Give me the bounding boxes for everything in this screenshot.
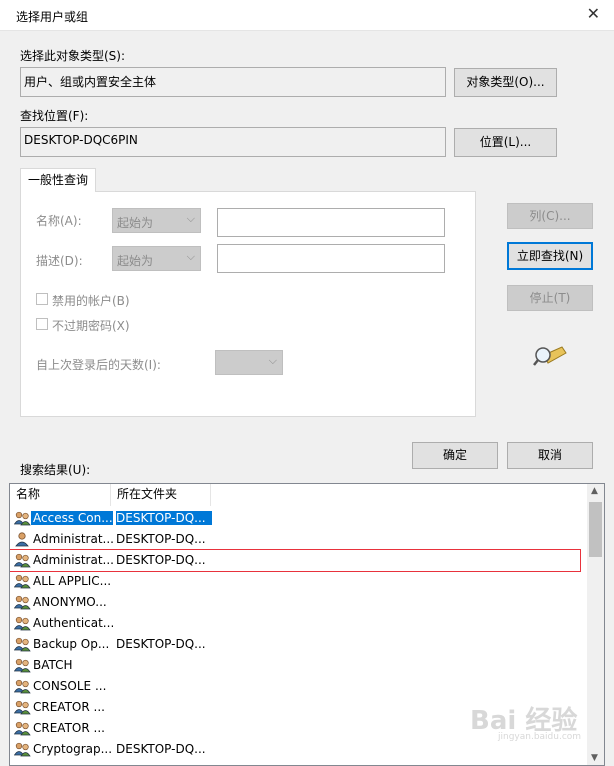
row-name: ANONYMO... <box>33 595 107 609</box>
scroll-up-icon[interactable]: ▲ <box>591 486 598 496</box>
vertical-scrollbar[interactable]: ▲ ▼ <box>587 484 604 765</box>
location-button[interactable]: 位置(L)... <box>454 128 557 157</box>
non-expiring-password-label: 不过期密码(X) <box>52 319 130 333</box>
search-flashlight-icon <box>533 346 567 366</box>
name-input[interactable] <box>217 208 445 237</box>
table-row[interactable]: ALL APPLIC... <box>10 571 580 592</box>
stop-button[interactable]: 停止(T) <box>507 285 593 311</box>
row-folder: DESKTOP-DQ... <box>116 511 212 525</box>
description-mode-value: 起始为 <box>117 254 154 268</box>
group-icon <box>13 574 31 589</box>
group-icon <box>13 721 31 736</box>
chevron-down-icon: ⌵ <box>268 354 277 367</box>
row-name: ALL APPLIC... <box>33 574 112 588</box>
group-icon <box>13 742 31 757</box>
disabled-accounts-checkbox[interactable] <box>36 293 48 305</box>
window-title: 选择用户或组 <box>16 10 89 24</box>
location-value: DESKTOP-DQC6PIN <box>20 127 446 157</box>
group-icon <box>13 700 31 715</box>
table-row[interactable]: Administrat... DESKTOP-DQ... <box>10 549 581 572</box>
tab-general-query[interactable]: 一般性查询 <box>20 168 96 192</box>
table-row[interactable]: CONSOLE ... <box>10 676 580 697</box>
description-label: 描述(D): <box>36 254 83 268</box>
disabled-accounts-label: 禁用的帐户(B) <box>52 294 130 308</box>
user-icon <box>14 532 31 547</box>
group-icon <box>13 679 31 694</box>
row-name: CREATOR ... <box>33 700 105 714</box>
table-row[interactable]: Access Con... DESKTOP-DQ... <box>10 508 580 529</box>
chevron-down-icon: ⌵ <box>186 250 195 263</box>
table-row[interactable]: BATCH <box>10 655 580 676</box>
ok-button[interactable]: 确定 <box>412 442 498 469</box>
column-header-name[interactable]: 名称 <box>10 484 111 506</box>
cancel-button[interactable]: 取消 <box>507 442 593 469</box>
object-types-label: 选择此对象类型(S): <box>20 49 126 63</box>
table-row[interactable]: Authenticat... <box>10 613 580 634</box>
description-mode-select[interactable]: 起始为 ⌵ <box>112 246 201 271</box>
title-bar: 选择用户或组 ✕ <box>0 0 614 31</box>
row-name: Authenticat... <box>33 616 113 630</box>
table-row[interactable]: ANONYMO... <box>10 592 580 613</box>
chevron-down-icon: ⌵ <box>186 212 195 225</box>
table-row[interactable]: Administrat... DESKTOP-DQ... <box>10 529 580 550</box>
object-types-button[interactable]: 对象类型(O)... <box>454 68 557 97</box>
row-name: CONSOLE ... <box>33 679 107 693</box>
days-since-logon-select[interactable]: ⌵ <box>215 350 283 375</box>
row-folder: DESKTOP-DQ... <box>116 532 206 546</box>
row-folder: DESKTOP-DQ... <box>116 553 206 567</box>
group-icon <box>13 511 31 526</box>
row-name: Backup Op... <box>33 637 110 651</box>
non-expiring-password-checkbox[interactable] <box>36 318 48 330</box>
table-row[interactable]: Backup Op... DESKTOP-DQ... <box>10 634 580 655</box>
group-icon <box>13 658 31 673</box>
row-name: CREATOR ... <box>33 721 105 735</box>
name-mode-value: 起始为 <box>117 216 154 230</box>
table-row[interactable]: Cryptograp... DESKTOP-DQ... <box>10 739 580 760</box>
row-folder: DESKTOP-DQ... <box>116 742 206 756</box>
close-icon[interactable]: ✕ <box>587 4 600 23</box>
description-input[interactable] <box>217 244 445 273</box>
row-name: Cryptograp... <box>33 742 113 756</box>
group-icon <box>13 553 31 568</box>
row-name: Administrat... <box>33 532 113 546</box>
row-name: BATCH <box>33 658 73 672</box>
location-label: 查找位置(F): <box>20 109 89 123</box>
scrollbar-thumb[interactable] <box>589 502 602 557</box>
row-name: Administrat... <box>33 553 113 567</box>
row-folder: DESKTOP-DQ... <box>116 637 206 651</box>
name-label: 名称(A): <box>36 214 82 228</box>
column-header-folder[interactable]: 所在文件夹 <box>111 484 211 506</box>
object-types-value: 用户、组或内置安全主体 <box>20 67 446 97</box>
find-now-button[interactable]: 立即查找(N) <box>507 242 593 270</box>
columns-button[interactable]: 列(C)... <box>507 203 593 229</box>
group-icon <box>13 637 31 652</box>
group-icon <box>13 595 31 610</box>
group-icon <box>13 616 31 631</box>
scroll-down-icon[interactable]: ▼ <box>591 753 598 763</box>
name-mode-select[interactable]: 起始为 ⌵ <box>112 208 201 233</box>
search-results-label: 搜索结果(U): <box>20 463 91 477</box>
row-name: Access Con... <box>31 511 113 525</box>
days-since-logon-label: 自上次登录后的天数(I): <box>36 358 161 372</box>
watermark-url: jingyan.baidu.com <box>498 732 582 742</box>
